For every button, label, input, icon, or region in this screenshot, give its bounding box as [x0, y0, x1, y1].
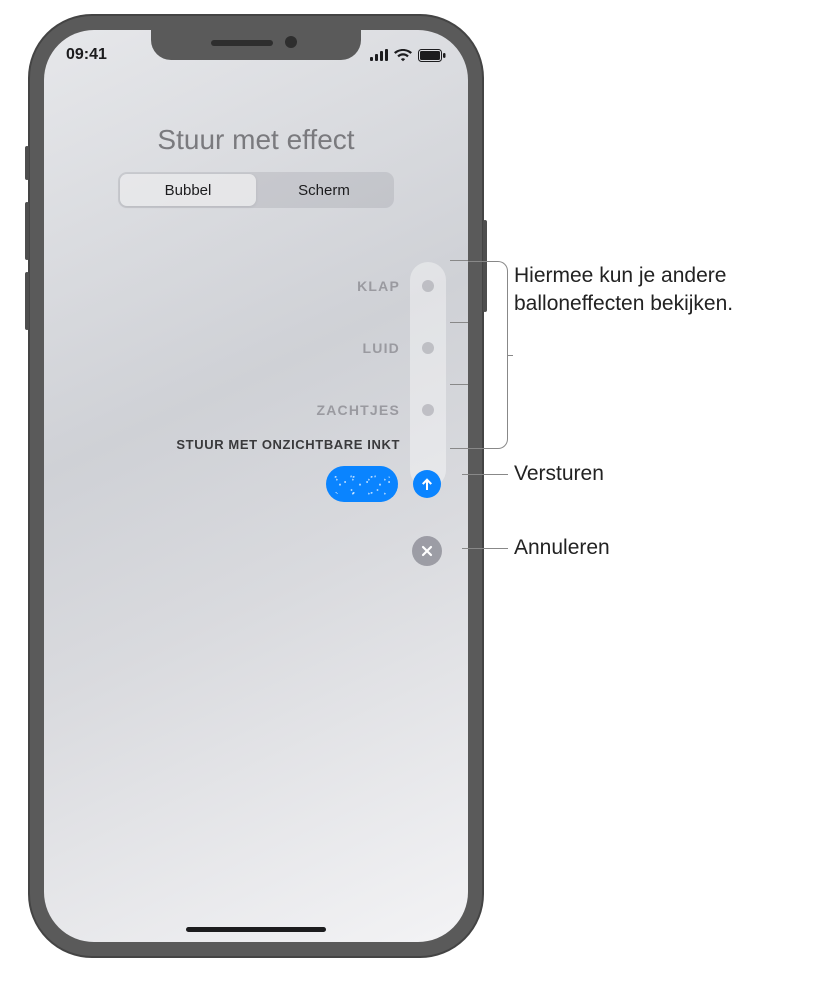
callout-leader: [450, 322, 468, 323]
effect-dot-icon: [422, 404, 434, 416]
close-icon: [420, 544, 434, 558]
callout-leader: [450, 384, 468, 385]
cancel-button[interactable]: [412, 536, 442, 566]
callout-leader: [450, 448, 468, 449]
tab-bubbel[interactable]: Bubbel: [120, 174, 256, 206]
status-indicators: [370, 49, 446, 62]
screen: 09:41 Stuur met effect Bubbel Scherm: [44, 30, 468, 942]
volume-up-button: [25, 202, 29, 260]
annotation-other-effects: Hiermee kun je andere balloneffecten bek…: [514, 262, 814, 319]
cellular-signal-icon: [370, 49, 388, 61]
callout-leader: [462, 474, 508, 475]
page-title: Stuur met effect: [44, 124, 468, 156]
tab-scherm[interactable]: Scherm: [256, 174, 392, 206]
effect-type-segmented[interactable]: Bubbel Scherm: [118, 172, 394, 208]
phone-frame: 09:41 Stuur met effect Bubbel Scherm: [28, 14, 484, 958]
annotation-cancel: Annuleren: [514, 534, 610, 562]
effect-label: KLAP: [96, 278, 446, 294]
effect-dot-icon: [422, 342, 434, 354]
invisible-ink-noise: [332, 472, 392, 496]
effect-option-onzichtbare-inkt[interactable]: STUUR MET ONZICHTBARE INKT: [96, 426, 446, 462]
message-preview-row: [96, 462, 446, 506]
callout-leader: [462, 548, 508, 549]
message-bubble-preview: [326, 466, 398, 502]
annotation-send: Versturen: [514, 460, 604, 488]
effect-option-zachtjes[interactable]: ZACHTJES: [96, 392, 446, 428]
effect-label: STUUR MET ONZICHTBARE INKT: [96, 437, 446, 452]
effect-dot-icon: [422, 280, 434, 292]
effect-option-luid[interactable]: LUID: [96, 330, 446, 366]
effect-label: ZACHTJES: [96, 402, 446, 418]
effect-label: LUID: [96, 340, 446, 356]
callout-leader: [450, 260, 468, 261]
wifi-icon: [394, 49, 412, 62]
home-indicator[interactable]: [186, 927, 326, 932]
effect-option-klap[interactable]: KLAP: [96, 268, 446, 304]
arrow-up-icon: [419, 476, 435, 492]
status-time: 09:41: [66, 46, 107, 64]
battery-icon: [418, 49, 446, 62]
silent-switch: [25, 146, 29, 180]
callout-bracket: [468, 261, 508, 449]
volume-down-button: [25, 272, 29, 330]
notch: [151, 30, 361, 60]
send-button[interactable]: [413, 470, 441, 498]
